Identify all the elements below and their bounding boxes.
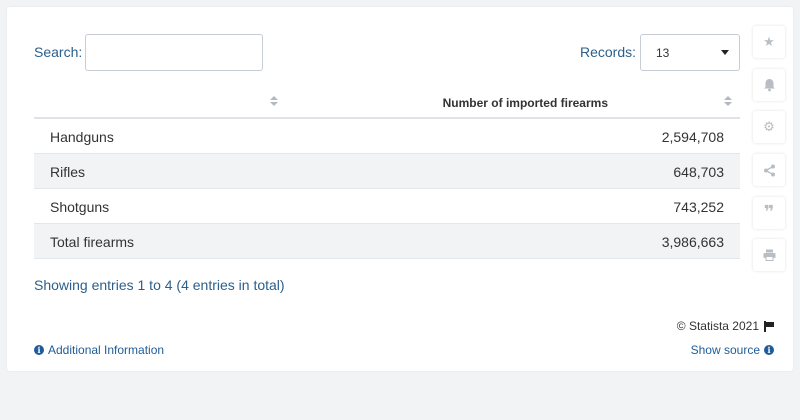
table-row: Total firearms 3,986,663 bbox=[34, 224, 740, 259]
row-label: Handguns bbox=[50, 129, 114, 145]
row-value: 648,703 bbox=[673, 164, 724, 180]
records-select[interactable]: 13 bbox=[640, 34, 740, 71]
copyright-text: © Statista 2021 bbox=[676, 319, 759, 333]
row-value: 3,986,663 bbox=[661, 234, 724, 250]
chevron-down-icon bbox=[721, 50, 729, 55]
column-header-text: Number of imported firearms bbox=[442, 96, 608, 110]
print-icon[interactable] bbox=[753, 239, 785, 272]
info-icon: i bbox=[34, 345, 44, 355]
share-icon[interactable] bbox=[753, 154, 785, 187]
records-label: Records: bbox=[580, 44, 637, 60]
table-row: Shotguns 743,252 bbox=[34, 189, 740, 224]
row-label: Shotguns bbox=[50, 199, 110, 215]
table-row: Rifles 648,703 bbox=[34, 154, 740, 189]
row-label: Total firearms bbox=[50, 234, 135, 250]
search-label: Search: bbox=[34, 44, 83, 60]
quote-icon[interactable]: ❞ bbox=[753, 196, 785, 229]
data-table: Number of imported firearms Handguns 2,5… bbox=[34, 87, 740, 259]
column-header-label[interactable] bbox=[34, 87, 284, 117]
additional-information-text: Additional Information bbox=[48, 343, 165, 357]
records-value: 13 bbox=[656, 46, 670, 60]
additional-information-link[interactable]: i Additional Information bbox=[34, 343, 164, 357]
statistic-card: Search: Records: 13 Number of imported f… bbox=[7, 7, 793, 371]
search-input[interactable] bbox=[85, 34, 263, 71]
row-value: 2,594,708 bbox=[661, 129, 724, 145]
star-icon[interactable]: ★ bbox=[753, 26, 785, 58]
sort-icon bbox=[724, 96, 732, 108]
bell-icon[interactable] bbox=[753, 68, 785, 101]
column-header-value[interactable]: Number of imported firearms bbox=[284, 87, 740, 117]
sort-icon bbox=[270, 96, 278, 108]
show-source-text: Show source bbox=[690, 343, 760, 357]
action-sidebar: ★ ⚙ ❞ bbox=[753, 26, 785, 282]
row-value: 743,252 bbox=[673, 199, 724, 215]
gear-icon[interactable]: ⚙ bbox=[753, 111, 785, 144]
info-icon: i bbox=[764, 345, 774, 355]
entries-summary: Showing entries 1 to 4 (4 entries in tot… bbox=[34, 277, 285, 293]
row-label: Rifles bbox=[50, 164, 86, 180]
copyright: © Statista 2021 bbox=[677, 319, 774, 333]
table-header: Number of imported firearms bbox=[34, 87, 740, 119]
flag-icon[interactable] bbox=[764, 320, 774, 332]
show-source-link[interactable]: Show source i bbox=[691, 343, 774, 357]
table-row: Handguns 2,594,708 bbox=[34, 119, 740, 154]
